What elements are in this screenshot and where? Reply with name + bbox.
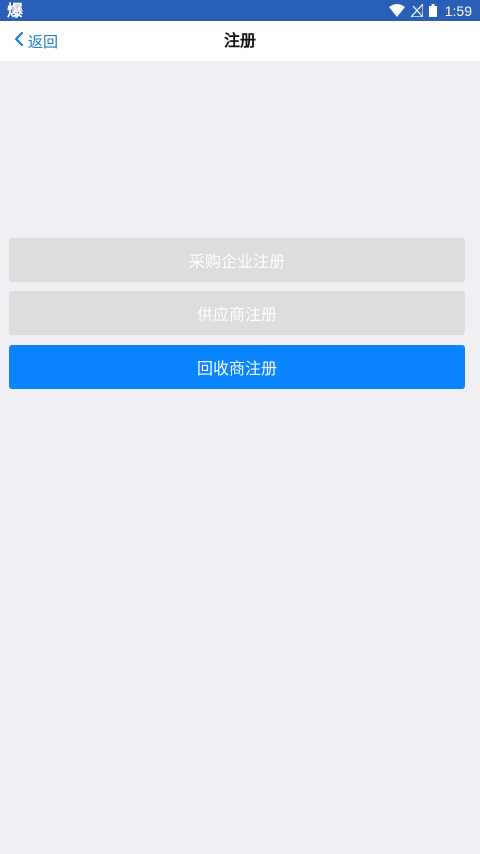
wifi-icon xyxy=(388,4,405,17)
status-icons: 1:59 xyxy=(383,0,472,21)
status-bar: 爆 1:59 xyxy=(0,0,480,21)
recycler-register-button[interactable]: 回收商注册 xyxy=(9,345,465,389)
navigation-bar: 注册 返回 xyxy=(0,21,480,61)
app-notification-icon: 爆 xyxy=(7,1,24,20)
battery-icon xyxy=(428,4,437,17)
supplier-register-button[interactable]: 供应商注册 xyxy=(9,291,465,335)
back-button[interactable]: 返回 xyxy=(14,21,58,61)
purchase-enterprise-register-button[interactable]: 采购企业注册 xyxy=(9,238,465,282)
signal-off-icon xyxy=(410,4,423,17)
page-title: 注册 xyxy=(223,31,256,50)
back-label: 返回 xyxy=(28,32,59,51)
chevron-left-icon xyxy=(14,31,24,51)
status-time: 1:59 xyxy=(444,2,472,19)
